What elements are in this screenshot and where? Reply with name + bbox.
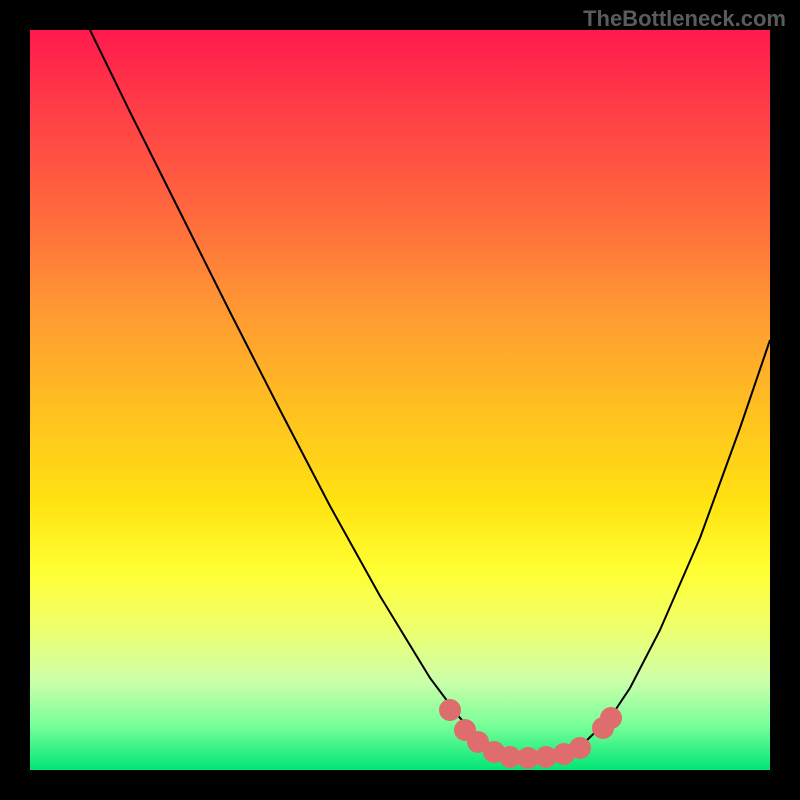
bottleneck-curve <box>90 30 770 758</box>
highlight-dots-group <box>439 699 622 769</box>
highlight-dot <box>569 737 591 759</box>
chart-svg <box>30 30 770 770</box>
watermark-text: TheBottleneck.com <box>583 6 786 32</box>
chart-frame: TheBottleneck.com <box>0 0 800 800</box>
highlight-dot <box>439 699 461 721</box>
highlight-dot <box>600 707 622 729</box>
